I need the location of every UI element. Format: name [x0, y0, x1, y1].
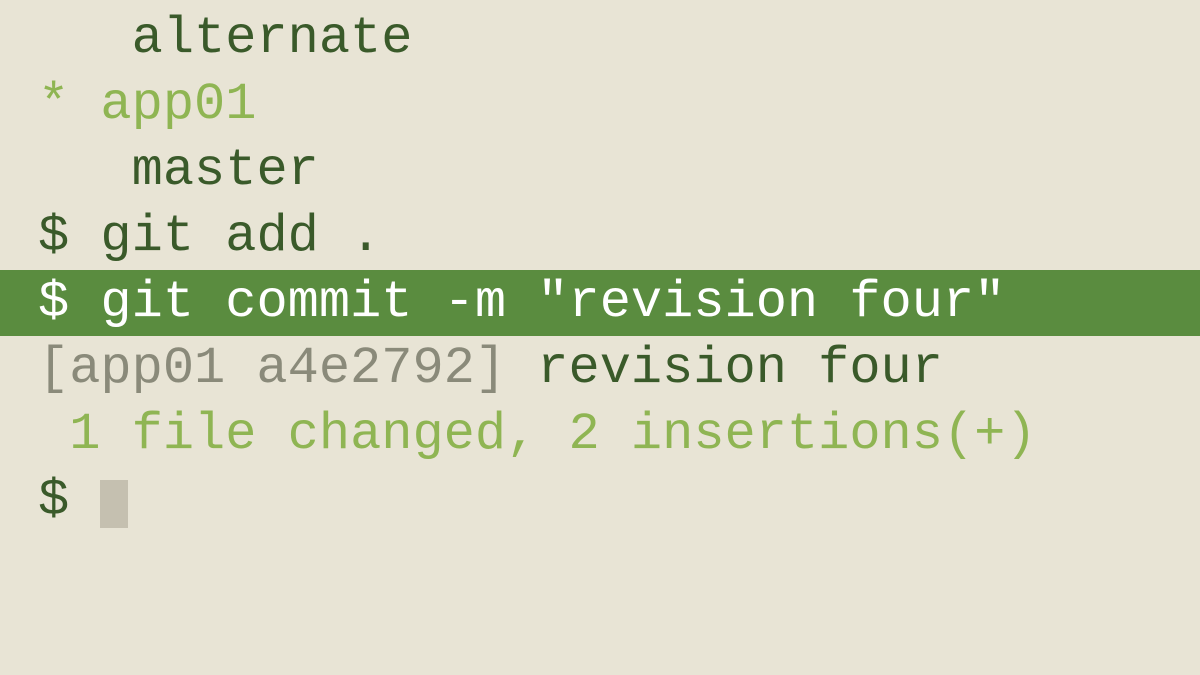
branch-current: app01: [100, 75, 256, 134]
output-line-commit: [app01 a4e2792] revision four: [0, 336, 1200, 402]
branch-alternate: alternate: [132, 9, 413, 68]
cursor-icon: [100, 480, 128, 528]
branch-indent: [38, 141, 132, 200]
commit-message: revision four: [506, 339, 943, 398]
branch-master: master: [132, 141, 319, 200]
current-branch-marker: *: [38, 75, 100, 134]
git-commit-command: git commit -m "revision four": [100, 273, 1005, 332]
commit-hash-prefix: [app01 a4e2792]: [38, 339, 506, 398]
branch-line-current: * app01: [0, 72, 1200, 138]
commit-stats: 1 file changed, 2 insertions(+): [69, 405, 1036, 464]
branch-line-alternate: alternate: [0, 6, 1200, 72]
command-line-commit-highlighted: $ git commit -m "revision four": [0, 270, 1200, 336]
prompt-symbol: $: [38, 471, 100, 530]
prompt-line-ready[interactable]: $: [0, 468, 1200, 534]
prompt-symbol: $: [38, 273, 100, 332]
stats-indent: [38, 405, 69, 464]
git-add-command: git add .: [100, 207, 381, 266]
output-line-stats: 1 file changed, 2 insertions(+): [0, 402, 1200, 468]
branch-indent: [38, 9, 132, 68]
branch-line-master: master: [0, 138, 1200, 204]
command-line-add: $ git add .: [0, 204, 1200, 270]
prompt-symbol: $: [38, 207, 100, 266]
